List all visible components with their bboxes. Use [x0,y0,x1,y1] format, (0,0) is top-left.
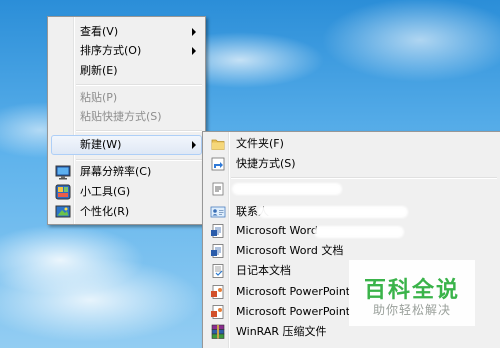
gadgets-icon [55,184,71,200]
menu-item-label: 粘贴快捷方式(S) [80,110,162,123]
menu-item-label: 文件夹(F) [236,137,284,150]
menu-item-label: 刷新(E) [80,64,118,77]
new-word-item[interactable]: Microsoft Word [206,221,497,241]
menu-item-label: 快捷方式(S) [236,157,296,170]
menu-item-label: 粘贴(P) [80,91,118,104]
screen-resolution-icon [55,165,71,180]
menu-item-label: 小工具(G) [80,185,131,198]
powerpoint-icon [211,285,224,299]
powerpoint-icon [211,305,224,319]
menu-item-label: Microsoft PowerPoint [236,285,351,298]
menu-item-label: 个性化(R) [80,205,130,218]
redacted-label [232,183,342,195]
new-shortcut-item[interactable]: 快捷方式(S) [206,154,497,174]
desktop-context-menu: 查看(V) 排序方式(O) 刷新(E) 粘贴(P) 粘贴快捷方式(S) 新建(W… [47,16,206,225]
menu-item-label: 新建(W) [80,138,122,151]
menu-item-label: Microsoft Word 文档 [236,244,344,257]
menu-item-label: 屏幕分辨率(C) [80,165,152,178]
menu-item-label: WinRAR 压缩文件 [236,325,327,338]
menu-item-sort-by[interactable]: 排序方式(O) [51,41,202,61]
menu-item-paste[interactable]: 粘贴(P) [51,88,202,108]
contact-icon [210,206,226,218]
redacted-label [314,226,404,238]
folder-icon [211,139,225,150]
menu-item-paste-shortcut[interactable]: 粘贴快捷方式(S) [51,107,202,127]
menu-separator [76,84,202,86]
menu-item-refresh[interactable]: 刷新(E) [51,61,202,81]
new-contact-item[interactable]: 联系人 [206,202,497,222]
menu-item-gadgets[interactable]: 小工具(G) [51,182,202,202]
menu-separator [76,130,202,132]
document-icon [212,182,224,196]
new-word-document-item[interactable]: Microsoft Word 文档 [206,241,497,261]
shortcut-icon [211,157,225,171]
menu-item-label: 查看(V) [80,25,119,38]
menu-item-view[interactable]: 查看(V) [51,22,202,42]
menu-item-personalize[interactable]: 个性化(R) [51,202,202,222]
watermark-subtitle: 助你轻松解决 [372,303,451,317]
submenu-arrow-icon [192,47,196,55]
watermark-title: 百科全说 [363,278,460,303]
menu-item-label: Microsoft Word [236,224,318,237]
menu-item-label: 日记本文档 [236,264,291,277]
menu-item-new[interactable]: 新建(W) [51,135,202,155]
personalize-icon [55,205,71,218]
submenu-arrow-icon [192,28,196,36]
menu-item-label: 排序方式(O) [80,44,142,57]
menu-separator [76,159,202,161]
word-doc-icon [211,244,224,258]
watermark: 百科全说 助你轻松解决 [349,260,475,326]
journal-doc-icon [212,264,224,278]
redacted-label [258,206,408,218]
new-blurred-item[interactable] [206,179,497,199]
new-folder-item[interactable]: 文件夹(F) [206,134,497,154]
winrar-icon [211,324,225,339]
menu-item-screen-resolution[interactable]: 屏幕分辨率(C) [51,162,202,182]
submenu-arrow-icon [192,141,196,149]
word-doc-icon [211,224,224,238]
menu-item-label: Microsoft PowerPoint [236,305,351,318]
